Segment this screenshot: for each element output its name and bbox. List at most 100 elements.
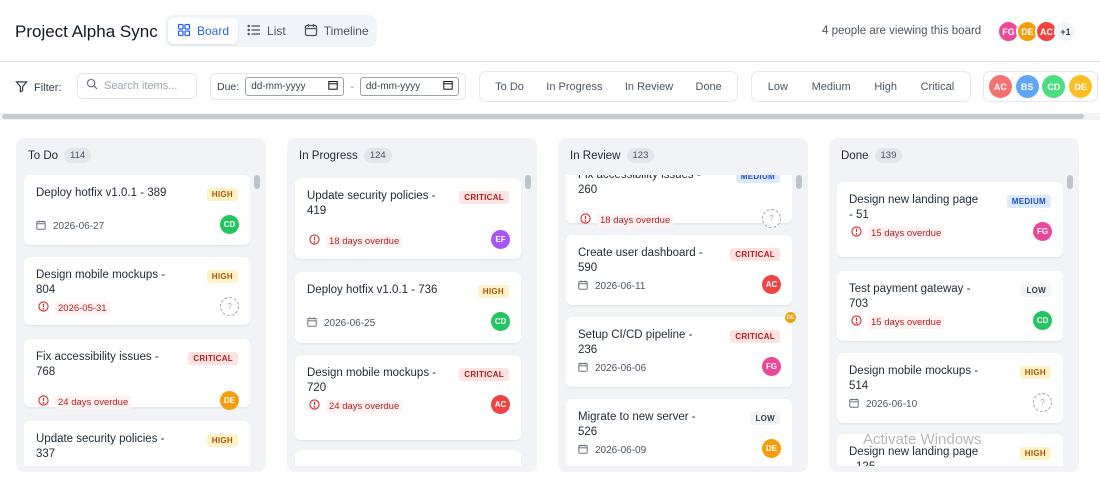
task-card[interactable]: Create user dashboard - 590 CRITICAL 2026… (566, 235, 792, 305)
priority-badge: HIGH (206, 434, 238, 447)
due-from-input[interactable]: dd-mm-yyyy (245, 77, 345, 96)
assignee-filter-avatar[interactable]: DE (1069, 75, 1093, 98)
column-scrollbar[interactable] (796, 175, 802, 189)
priority-badge: LOW (750, 412, 780, 425)
column-count-badge: 114 (64, 148, 92, 163)
status-filter-in-review[interactable]: In Review (625, 81, 673, 93)
priority-badge: CRITICAL (188, 352, 238, 365)
column-header: In Review 123 (570, 148, 655, 163)
task-card[interactable]: Deploy hotfix v1.0.1 - 736 HIGH 2026-06-2… (295, 272, 521, 343)
assignee-avatar[interactable]: CD (1033, 311, 1052, 330)
alert-icon (309, 399, 320, 413)
overdue-indicator: 15 days overdue (851, 315, 945, 329)
task-title: Fix accessibility issues - 768 (36, 351, 159, 378)
task-title: Setup CI/CD pipeline - 236 (578, 329, 693, 356)
calendar-icon (578, 280, 588, 293)
list-view-button[interactable]: List (238, 18, 295, 44)
search-field[interactable] (77, 73, 197, 99)
assignee-filter: AC BS CD DE (983, 71, 1098, 102)
priority-filter-high[interactable]: High (874, 81, 897, 93)
timeline-view-label: Timeline (323, 24, 369, 38)
due-date: 2026-06-10 (849, 398, 917, 411)
filter-bar: Filter: Due: dd-mm-yyyy - dd-mm-yyyy To … (0, 62, 1100, 112)
assignee-avatar[interactable]: FG (762, 357, 781, 376)
alert-icon (851, 315, 862, 329)
due-date: 2026-06-27 (36, 220, 104, 233)
board-horizontal-scrollbar[interactable] (0, 113, 1100, 120)
board-view-button[interactable]: Board (168, 18, 239, 44)
task-title: Deploy hotfix v1.0.1 - 736 (307, 284, 438, 296)
column-header: In Progress 124 (299, 148, 392, 163)
assignee-avatar[interactable]: AC (491, 395, 510, 414)
calendar-icon[interactable] (328, 80, 339, 93)
calendar-icon[interactable] (443, 80, 453, 93)
priority-filter-critical[interactable]: Critical (921, 81, 955, 93)
task-title: Design mobile mockups - 804 (36, 269, 166, 296)
task-card[interactable] (295, 450, 521, 466)
task-card[interactable]: Design mobile mockups - 514 HIGH 2026-06-… (837, 353, 1063, 423)
task-card[interactable]: Update security policies - 419 CRITICAL 1… (295, 178, 521, 259)
status-filter-done[interactable]: Done (696, 81, 722, 93)
alert-icon (38, 395, 49, 409)
assignee-filter-avatar[interactable]: AC (988, 75, 1012, 98)
alert-icon (851, 226, 862, 240)
due-text: 15 days overdue (868, 315, 945, 329)
column-to-do: To Do 114 Deploy hotfix v1.0.1 - 389 HIGH… (16, 138, 266, 472)
due-date: 2026-06-09 (578, 444, 646, 457)
priority-filter: Low Medium High Critical (751, 71, 971, 102)
assignee-avatar[interactable]: DE (220, 391, 239, 410)
status-filter-todo[interactable]: To Do (495, 81, 524, 93)
alert-icon (580, 213, 591, 227)
overdue-indicator: 18 days overdue (309, 234, 403, 248)
view-switcher: Board List Timeline (165, 15, 377, 47)
task-card[interactable]: Fix accessibility issues - 260 MEDIUM 18 … (566, 175, 792, 228)
priority-filter-low[interactable]: Low (768, 81, 788, 93)
column-scrollbar[interactable] (254, 175, 260, 189)
timeline-view-button[interactable]: Timeline (295, 18, 378, 44)
task-card[interactable]: Design mobile mockups - 720 CRITICAL 24 d… (295, 355, 521, 440)
column-title: To Do (28, 149, 59, 162)
column-scrollbar[interactable] (525, 175, 531, 189)
assignee-avatar[interactable]: CD (491, 312, 510, 331)
scrollbar-thumb[interactable] (2, 114, 1084, 119)
assignee-avatar[interactable]: AC (762, 275, 781, 294)
task-card[interactable]: Test payment gateway - 703 LOW 15 days ov… (837, 271, 1063, 341)
priority-badge: HIGH (477, 285, 509, 298)
calendar-icon (849, 398, 859, 411)
assignee-avatar[interactable]: EF (491, 230, 510, 249)
due-to-input[interactable]: dd-mm-yyyy (359, 77, 459, 96)
assignee-filter-avatar[interactable]: CD (1042, 75, 1066, 98)
assignee-avatar[interactable]: DE (762, 439, 781, 458)
priority-badge: HIGH (1019, 366, 1051, 379)
task-card[interactable]: Update security policies - 337 HIGH (24, 421, 250, 466)
task-card[interactable]: Fix accessibility issues - 768 CRITICAL 2… (24, 339, 250, 410)
activate-windows-watermark: Activate Windows (863, 431, 982, 448)
priority-filter-medium[interactable]: Medium (812, 81, 851, 93)
search-input[interactable] (104, 80, 184, 92)
task-card[interactable]: Setup CI/CD pipeline - 236 CRITICAL 2026-… (566, 317, 792, 387)
calendar-icon (307, 317, 317, 330)
priority-badge: CRITICAL (459, 368, 509, 381)
status-filter-in-progress[interactable]: In Progress (546, 81, 602, 93)
unassigned-avatar[interactable]: ? (1033, 393, 1052, 412)
task-card[interactable]: Migrate to new server - 526 LOW 2026-06-0… (566, 399, 792, 466)
board-icon (177, 23, 191, 40)
column-header: Done 139 (841, 148, 903, 163)
due-text: 18 days overdue (326, 234, 403, 248)
task-title: Test payment gateway - 703 (849, 283, 971, 310)
assignee-avatar[interactable]: FG (1033, 222, 1052, 241)
assignee-avatar[interactable]: CD (220, 215, 239, 234)
task-card[interactable]: Design new landing page - 51 MEDIUM 15 da… (837, 182, 1063, 257)
more-viewers-badge[interactable]: +1 (1054, 20, 1077, 43)
column-card-list: Deploy hotfix v1.0.1 - 389 HIGH 2026-06-2… (24, 175, 250, 466)
column-scrollbar[interactable] (1067, 175, 1073, 189)
task-card[interactable]: Deploy hotfix v1.0.1 - 389 HIGH 2026-06-2… (24, 175, 250, 245)
unassigned-avatar[interactable]: ? (762, 209, 781, 228)
unassigned-avatar[interactable]: ? (220, 297, 239, 316)
priority-badge: HIGH (206, 188, 238, 201)
task-card[interactable]: Design mobile mockups - 804 HIGH 2026-05-… (24, 257, 250, 325)
due-text: 2026-06-09 (595, 445, 647, 456)
assignee-filter-avatar[interactable]: BS (1015, 75, 1039, 98)
column-header: To Do 114 (28, 148, 92, 163)
task-title: Migrate to new server - 526 (578, 411, 696, 438)
